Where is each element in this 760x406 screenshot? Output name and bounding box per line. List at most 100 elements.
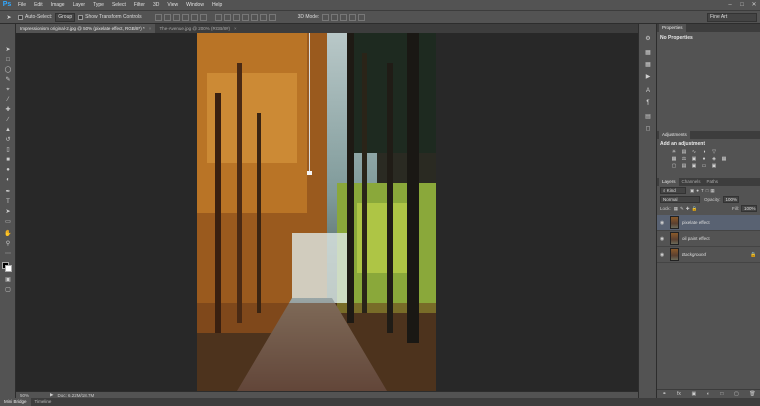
menu-edit[interactable]: Edit xyxy=(30,0,47,10)
workspace-dropdown[interactable]: Fine Art xyxy=(707,12,757,22)
layer-name[interactable]: Background xyxy=(682,252,750,257)
marquee-tool-icon[interactable]: □ xyxy=(3,56,13,65)
3d-roll-icon[interactable] xyxy=(331,13,339,21)
3d-rotate-icon[interactable] xyxy=(322,13,330,21)
align-right-icon[interactable] xyxy=(199,13,207,21)
hue-saturation-icon[interactable]: ▦ xyxy=(671,157,677,162)
distribute-left-icon[interactable] xyxy=(241,13,249,21)
layer-kind-filter[interactable]: ⌕ Kind xyxy=(660,187,686,194)
auto-select-dropdown[interactable]: Group xyxy=(55,12,76,22)
gradient-map-icon[interactable]: ▭ xyxy=(701,164,707,169)
menu-image[interactable]: Image xyxy=(47,0,69,10)
background-color-swatch[interactable] xyxy=(5,265,12,272)
menu-layer[interactable]: Layer xyxy=(69,0,90,10)
actions-panel-icon[interactable]: ▶ xyxy=(644,74,652,81)
distribute-middle-icon[interactable] xyxy=(223,13,231,21)
3d-slide-icon[interactable] xyxy=(349,13,357,21)
history-brush-tool-icon[interactable]: ↺ xyxy=(3,136,13,145)
align-left-icon[interactable] xyxy=(181,13,189,21)
opacity-input[interactable]: 100% xyxy=(722,196,739,203)
3d-pan-icon[interactable] xyxy=(340,13,348,21)
crop-tool-icon[interactable]: ⌖ xyxy=(3,86,13,95)
layer-name[interactable]: pixelate effect xyxy=(682,220,760,225)
posterize-icon[interactable]: ▤ xyxy=(681,164,687,169)
new-adjustment-icon[interactable]: ◐ xyxy=(707,391,710,397)
clone-source-panel-icon[interactable]: ◻ xyxy=(644,126,652,133)
close-icon[interactable]: × xyxy=(149,24,152,33)
tab-impressionism[interactable]: Impressionism original-2.jpg @ 50% (pixe… xyxy=(16,24,156,33)
distribute-right-icon[interactable] xyxy=(259,13,267,21)
delete-layer-icon[interactable]: 🗑 xyxy=(749,391,755,397)
menu-view[interactable]: View xyxy=(163,0,182,10)
lock-icons[interactable]: ▦✎✚🔒 xyxy=(674,206,699,212)
distribute-bottom-icon[interactable] xyxy=(232,13,240,21)
new-layer-icon[interactable]: ▢ xyxy=(734,391,739,397)
3d-scale-icon[interactable] xyxy=(358,13,366,21)
brightness-contrast-icon[interactable]: ☀ xyxy=(671,150,677,155)
distribute-top-icon[interactable] xyxy=(214,13,222,21)
link-layers-icon[interactable]: ⚭ xyxy=(662,391,666,397)
quick-mask-icon[interactable]: ▣ xyxy=(3,276,13,285)
color-lookup-icon[interactable]: ▦ xyxy=(721,157,727,162)
tab-adjustments[interactable]: Adjustments xyxy=(659,131,690,139)
hand-tool-icon[interactable]: ✋ xyxy=(3,230,13,239)
menu-3d[interactable]: 3D xyxy=(149,0,163,10)
screen-mode-icon[interactable]: ▢ xyxy=(3,286,13,295)
add-mask-icon[interactable]: ▣ xyxy=(692,391,697,397)
clone-stamp-tool-icon[interactable]: ▲ xyxy=(3,126,13,135)
tab-the-avenue[interactable]: The-Avenue.jpg @ 200% (RGB/8#) × xyxy=(155,24,240,33)
tab-paths[interactable]: Paths xyxy=(704,178,722,186)
history-panel-icon[interactable]: ⚙ xyxy=(644,36,652,43)
lasso-tool-icon[interactable]: ◯ xyxy=(3,66,13,75)
menu-filter[interactable]: Filter xyxy=(130,0,149,10)
move-tool-icon[interactable]: ➤ xyxy=(3,46,13,55)
tab-timeline[interactable]: Timeline xyxy=(31,398,56,406)
new-group-icon[interactable]: □ xyxy=(720,391,723,397)
type-tool-icon[interactable]: T xyxy=(3,198,13,207)
show-transform-checkbox[interactable] xyxy=(78,14,84,20)
rectangle-tool-icon[interactable]: ▭ xyxy=(3,218,13,227)
photo-filter-icon[interactable]: ● xyxy=(701,157,707,162)
paragraph-panel-icon[interactable]: ¶ xyxy=(644,100,652,107)
menu-type[interactable]: Type xyxy=(89,0,108,10)
selective-color-icon[interactable]: ▣ xyxy=(711,164,717,169)
swatches-panel-icon[interactable]: ▦ xyxy=(644,62,652,69)
auto-select-checkbox[interactable] xyxy=(18,14,23,20)
brush-tool-icon[interactable]: ∕ xyxy=(3,116,13,125)
menu-window[interactable]: Window xyxy=(182,0,208,10)
vibrance-icon[interactable]: ▽ xyxy=(711,150,717,155)
eye-icon[interactable]: ◉ xyxy=(657,252,667,258)
channel-mixer-icon[interactable]: ◈ xyxy=(711,157,717,162)
path-selection-tool-icon[interactable]: ➤ xyxy=(3,208,13,217)
menu-help[interactable]: Help xyxy=(208,0,226,10)
levels-icon[interactable]: ▤ xyxy=(681,150,687,155)
info-panel-icon[interactable]: ▦ xyxy=(644,50,652,57)
align-center-icon[interactable] xyxy=(190,13,198,21)
quick-select-tool-icon[interactable]: ✎ xyxy=(3,76,13,85)
close-icon[interactable]: × xyxy=(234,24,237,33)
tab-channels[interactable]: Channels xyxy=(679,178,704,186)
dodge-tool-icon[interactable]: ◐ xyxy=(3,176,13,185)
curves-icon[interactable]: ∿ xyxy=(691,150,697,155)
tab-mini-bridge[interactable]: Mini Bridge xyxy=(0,398,31,406)
menu-select[interactable]: Select xyxy=(108,0,130,10)
layer-style-icon[interactable]: fx xyxy=(677,391,681,397)
layer-filter-icons[interactable]: ▣●T□▦ xyxy=(690,188,717,194)
threshold-icon[interactable]: ▣ xyxy=(691,164,697,169)
blur-tool-icon[interactable]: ● xyxy=(3,166,13,175)
close-button[interactable]: ✕ xyxy=(748,0,760,10)
more-tools-icon[interactable]: ⋯ xyxy=(3,250,13,259)
minimize-button[interactable]: – xyxy=(724,0,736,10)
move-tool-preset-icon[interactable]: ➤ xyxy=(0,14,18,21)
zoom-level[interactable]: 50% xyxy=(20,393,50,398)
menu-file[interactable]: File xyxy=(14,0,30,10)
align-bottom-icon[interactable] xyxy=(172,13,180,21)
zoom-tool-icon[interactable]: ⚲ xyxy=(3,240,13,249)
align-top-icon[interactable] xyxy=(154,13,162,21)
layer-row[interactable]: ◉ Background 🔒 xyxy=(657,247,760,263)
black-white-icon[interactable]: ▣ xyxy=(691,157,697,162)
layer-name[interactable]: oil paint effect xyxy=(682,236,760,241)
brush-panel-icon[interactable]: ▤ xyxy=(644,114,652,121)
eraser-tool-icon[interactable]: ▯ xyxy=(3,146,13,155)
auto-align-icon[interactable] xyxy=(268,13,276,21)
